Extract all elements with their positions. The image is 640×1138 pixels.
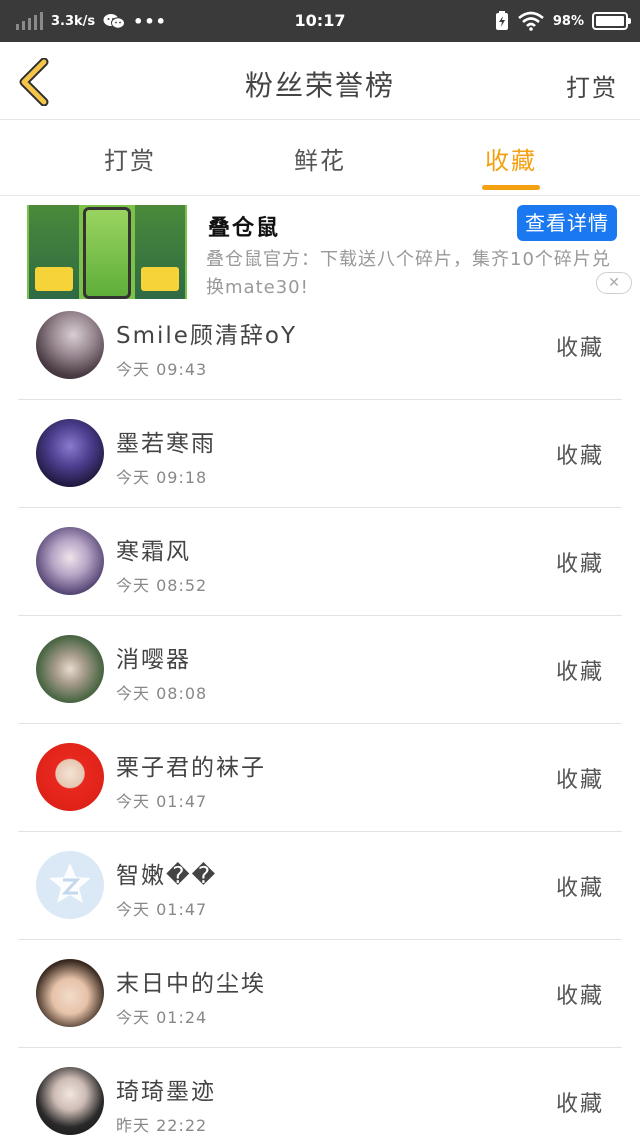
list-item[interactable]: 消嘤器 今天 08:08 收藏 xyxy=(18,616,622,724)
view-details-button[interactable]: 查看详情 xyxy=(517,205,617,241)
default-avatar-icon xyxy=(49,863,91,903)
avatar xyxy=(36,959,104,1027)
active-tab-indicator xyxy=(482,185,540,190)
user-name: 栗子君的袜子 xyxy=(116,755,266,781)
avatar xyxy=(36,311,104,379)
favorite-time: 今天 08:08 xyxy=(116,684,208,703)
user-name: 智嫩�� xyxy=(116,863,218,889)
tab-reward[interactable]: 打赏 xyxy=(70,141,190,176)
list-item[interactable]: 墨若寒雨 今天 09:18 收藏 xyxy=(18,400,622,508)
nav-bar: 粉丝荣誉榜 打赏 xyxy=(0,42,640,120)
battery-icon xyxy=(592,12,631,30)
action-label: 收藏 xyxy=(555,768,604,793)
avatar xyxy=(36,527,104,595)
avatar xyxy=(36,419,104,487)
ad-title: 叠仓鼠 xyxy=(208,216,281,241)
list-item[interactable]: 琦琦墨迹 昨天 22:22 收藏 xyxy=(18,1048,622,1138)
avatar xyxy=(36,1067,104,1135)
favorite-time: 昨天 22:22 xyxy=(116,1116,208,1135)
charging-icon xyxy=(495,11,508,30)
favorite-time: 今天 01:47 xyxy=(116,792,208,811)
action-label: 收藏 xyxy=(555,984,604,1009)
user-name: Smile顾清辞oY xyxy=(116,323,298,349)
list-item[interactable]: 栗子君的袜子 今天 01:47 收藏 xyxy=(18,724,622,832)
favorite-time: 今天 01:47 xyxy=(116,900,208,919)
favorite-time: 今天 08:52 xyxy=(116,576,208,595)
list-item[interactable]: Smile顾清辞oY 今天 09:43 收藏 xyxy=(18,292,622,400)
favorite-time: 今天 01:24 xyxy=(116,1008,208,1027)
tab-bar: 打赏 鲜花 收藏 xyxy=(0,121,640,196)
action-label: 收藏 xyxy=(555,336,604,361)
action-label: 收藏 xyxy=(555,876,604,901)
action-label: 收藏 xyxy=(555,552,604,577)
wifi-icon xyxy=(518,11,544,31)
favorite-time: 今天 09:18 xyxy=(116,468,208,487)
list-item[interactable]: 寒霜风 今天 08:52 收藏 xyxy=(18,508,622,616)
user-name: 消嘤器 xyxy=(116,647,191,673)
user-name: 琦琦墨迹 xyxy=(116,1079,216,1105)
status-right: 98% xyxy=(495,10,631,32)
avatar xyxy=(36,635,104,703)
favorite-time: 今天 09:43 xyxy=(116,360,208,379)
user-name: 末日中的尘埃 xyxy=(116,971,266,997)
reward-button[interactable]: 打赏 xyxy=(566,68,618,103)
user-name: 墨若寒雨 xyxy=(116,431,216,457)
avatar xyxy=(36,743,104,811)
avatar xyxy=(36,851,104,919)
page-title: 粉丝荣誉榜 xyxy=(244,69,395,102)
close-icon[interactable]: ✕ xyxy=(596,272,632,294)
action-label: 收藏 xyxy=(555,444,604,469)
ad-banner[interactable]: 叠仓鼠 查看详情 叠仓鼠官方：下载送八个碎片，集齐10个碎片兑换mate30! xyxy=(0,200,640,300)
list-item[interactable]: 末日中的尘埃 今天 01:24 收藏 xyxy=(18,940,622,1048)
tab-flowers[interactable]: 鲜花 xyxy=(260,141,380,176)
list-item[interactable]: 智嫩�� 今天 01:47 收藏 xyxy=(18,832,622,940)
action-label: 收藏 xyxy=(555,660,604,685)
user-name: 寒霜风 xyxy=(116,539,191,565)
battery-percent: 98% xyxy=(552,13,584,29)
action-label: 收藏 xyxy=(555,1092,604,1117)
ad-image xyxy=(27,205,187,299)
status-bar: 3.3k/s ••• 10:17 98% xyxy=(0,0,640,42)
tab-favorites[interactable]: 收藏 xyxy=(451,141,571,176)
